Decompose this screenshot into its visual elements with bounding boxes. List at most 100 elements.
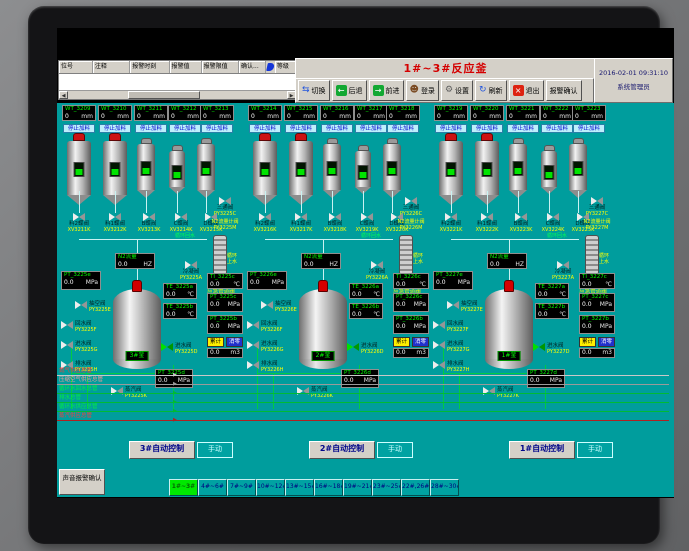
page-button-pages-16-18[interactable]: 16#~18#	[314, 479, 343, 496]
water-inlet-valve[interactable]: 进水阀PY3226D	[347, 343, 384, 355]
page-button-pages-22-26-27[interactable]: 22#,26#,27#	[401, 479, 430, 496]
stop-feed-button[interactable]: 停止加料	[99, 124, 131, 133]
feed-butterfly-valve[interactable]: C蝶阀XV3224K	[536, 213, 570, 233]
totalizer-accumulate-button[interactable]: 累计	[207, 337, 224, 347]
page-button-pages-19-21[interactable]: 19#~21#	[343, 479, 372, 496]
three-way-valve[interactable]: 三通阀PY3227C	[579, 197, 615, 217]
inlet-water-valve[interactable]: 进水阀PY3225G	[61, 341, 98, 353]
vacuum-valve[interactable]: 抽空阀PY3227E	[447, 301, 483, 313]
feed-butterfly-valve[interactable]: 料1蝶阀XV3222K	[470, 213, 504, 233]
inlet-water-valve[interactable]: 进水阀PY3227G	[433, 341, 470, 353]
totalizer-accumulate-button[interactable]: 累计	[579, 337, 596, 347]
stop-feed-button[interactable]: 停止加料	[63, 124, 95, 133]
tank-level-indicator	[513, 161, 524, 176]
auto-control-1-button[interactable]: 1#自动控制	[509, 441, 575, 459]
valve-icon	[219, 197, 231, 205]
toolbar-button-settings[interactable]: ⚙设置	[441, 80, 473, 101]
auto-control-3-manual-button[interactable]: 手动	[197, 442, 233, 458]
feed-weight-display: WT_3219 0mm	[434, 105, 468, 121]
stop-feed-button[interactable]: 停止加料	[321, 124, 353, 133]
alarm-scrollbar[interactable]: ◀ ▶	[59, 90, 296, 99]
flow-arrow-icon: ▶	[173, 382, 177, 387]
feed-butterfly-valve[interactable]: B蝶阀XV3213K	[132, 213, 166, 233]
valve-icon-green	[533, 343, 545, 351]
stop-feed-button[interactable]: 停止加料	[169, 124, 201, 133]
pipe	[79, 191, 80, 213]
toolbar-button-forward[interactable]: →前进	[369, 80, 404, 101]
toolbar-button-login[interactable]: ☻登录	[406, 80, 439, 101]
stop-feed-button[interactable]: 停止加料	[355, 124, 387, 133]
page-button-pages-7-9[interactable]: 7#~9#	[227, 479, 256, 496]
toolbar-button-exit[interactable]: ×退出	[509, 80, 544, 101]
feed-butterfly-valve[interactable]: 料1蝶阀XV3217K	[284, 213, 318, 233]
drain-valve[interactable]: 排水阀PY3227H	[433, 361, 469, 373]
tank-level-indicator	[110, 162, 121, 177]
vacuum-valve[interactable]: 抽空阀PY3225E	[75, 301, 111, 313]
stop-feed-button[interactable]: 停止加料	[135, 124, 167, 133]
stop-feed-button[interactable]: 停止加料	[435, 124, 467, 133]
stop-feed-button[interactable]: 停止加料	[249, 124, 281, 133]
stop-feed-button[interactable]: 停止加料	[387, 124, 419, 133]
return-water-valve[interactable]: 回水阀PY3227F	[433, 321, 469, 333]
feed-butterfly-valve[interactable]: 料2蝶阀XV3221K	[434, 213, 468, 233]
toolbar-button-switch[interactable]: ⇆切换	[298, 80, 330, 101]
feed-butterfly-valve[interactable]: B蝶阀XV3218K	[318, 213, 352, 233]
scroll-left-icon[interactable]: ◀	[59, 91, 68, 99]
stop-feed-button[interactable]: 停止加料	[201, 124, 233, 133]
stop-feed-button[interactable]: 停止加料	[541, 124, 573, 133]
utility-line-compressed-air-header	[57, 384, 669, 385]
valve-icon	[591, 197, 603, 205]
photo-background: 位号注释报警时刻报警值报警限值确认...等级 ◀ ▶ 1#~3#反应釜 ⇆切换←…	[0, 0, 689, 551]
feed-butterfly-valve[interactable]: 料2蝶阀XV3216K	[248, 213, 282, 233]
sound-alarm-ack-button[interactable]: 声音报警确认	[59, 469, 105, 495]
water-inlet-valve[interactable]: 进水阀PY3227D	[533, 343, 570, 355]
auto-control-2-manual-button[interactable]: 手动	[377, 442, 413, 458]
return-water-valve[interactable]: 回水阀PY3225F	[61, 321, 97, 333]
stop-feed-button[interactable]: 停止加料	[507, 124, 539, 133]
auto-control-3-button[interactable]: 3#自动控制	[129, 441, 195, 459]
scroll-thumb[interactable]	[128, 91, 200, 99]
flow-totalizer: 累计 消零 0.0m3	[393, 337, 429, 358]
auto-control-2-button[interactable]: 2#自动控制	[309, 441, 375, 459]
totalizer-clear-button[interactable]: 消零	[598, 337, 615, 347]
vacuum-valve[interactable]: 抽空阀PY3226E	[261, 301, 297, 313]
page-button-pages-28-30[interactable]: 28#~30#	[430, 479, 459, 496]
three-way-valve[interactable]: 三通阀PY3226C	[393, 197, 429, 217]
three-way-valve[interactable]: 三通阀PY3225C	[207, 197, 243, 217]
condenser-valve[interactable]: 冷凝阀PY3227A	[545, 261, 581, 281]
feed-butterfly-valve[interactable]: C蝶阀XV3214K	[164, 213, 198, 233]
drain-valve[interactable]: 排水阀PY3226H	[247, 361, 283, 373]
valve-icon	[405, 197, 417, 205]
totalizer-display: 0.0m3	[579, 348, 615, 358]
auto-control-1-manual-button[interactable]: 手动	[577, 442, 613, 458]
condenser-valve[interactable]: 冷凝阀PY3226A	[359, 261, 395, 281]
inlet-water-valve[interactable]: 进水阀PY3226G	[247, 341, 284, 353]
feed-weight-display: WT_3212 0mm	[168, 105, 202, 121]
return-water-valve[interactable]: 回水阀PY3226F	[247, 321, 283, 333]
toolbar-button-refresh[interactable]: ↻刷新	[475, 80, 507, 101]
feed-butterfly-valve[interactable]: C蝶阀XV3219K	[350, 213, 384, 233]
feed-butterfly-valve[interactable]: B蝶阀XV3223K	[504, 213, 538, 233]
n2-flow-meter-valve-label: N2流量计阀PY3226M	[393, 219, 429, 231]
totalizer-clear-button[interactable]: 消零	[412, 337, 429, 347]
page-button-pages-23-25[interactable]: 23#~25#	[372, 479, 401, 496]
feed-butterfly-valve[interactable]: 料2蝶阀XV3211K	[62, 213, 96, 233]
page-button-pages-13-15[interactable]: 13#~15#	[285, 479, 314, 496]
valve-icon	[371, 261, 383, 269]
totalizer-clear-button[interactable]: 消零	[226, 337, 243, 347]
stop-feed-button[interactable]: 停止加料	[285, 124, 317, 133]
page-button-pages-1-3[interactable]: 1#~3#	[169, 479, 198, 496]
temperature-display: TE_3227b 0.0℃	[535, 303, 569, 319]
stop-feed-button[interactable]: 停止加料	[471, 124, 503, 133]
totalizer-accumulate-button[interactable]: 累计	[393, 337, 410, 347]
refresh-icon: ↻	[479, 85, 487, 96]
page-button-pages-10-12[interactable]: 10#~12#	[256, 479, 285, 496]
valve-icon	[515, 213, 527, 221]
toolbar-button-alarm-ack[interactable]: 报警确认	[546, 80, 582, 101]
page-button-pages-4-6[interactable]: 4#~6#	[198, 479, 227, 496]
toolbar-button-back[interactable]: ←后退	[332, 80, 367, 101]
water-inlet-valve[interactable]: 进水阀PY3225D	[161, 343, 198, 355]
stop-feed-button[interactable]: 停止加料	[573, 124, 605, 133]
feed-butterfly-valve[interactable]: 料1蝶阀XV3212K	[98, 213, 132, 233]
condenser-valve[interactable]: 冷凝阀PY3225A	[173, 261, 209, 281]
